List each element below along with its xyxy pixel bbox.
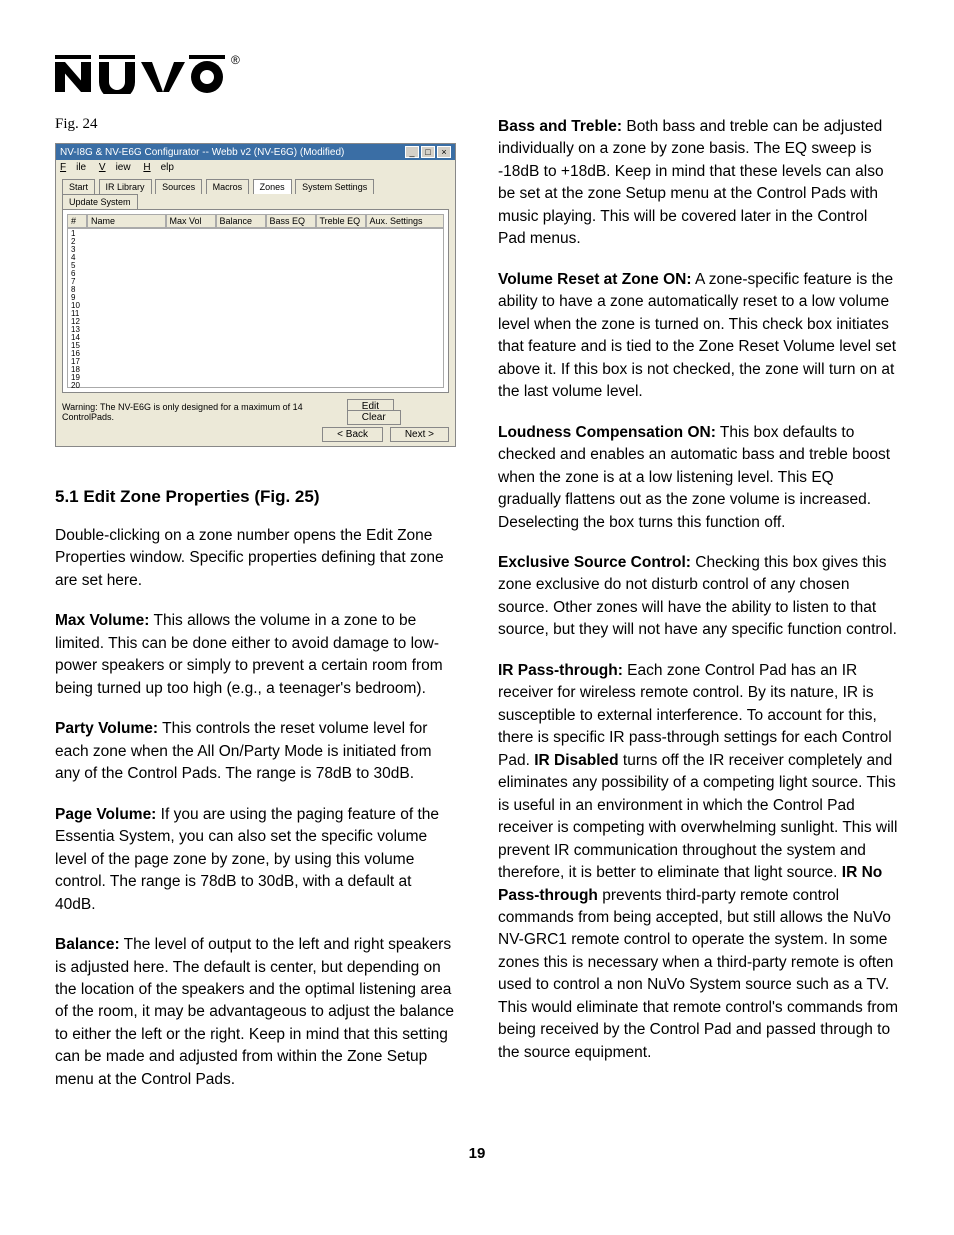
lead-exclusive: Exclusive Source Control: [498,554,691,571]
zones-grid: # Name Max Vol Balance Bass EQ Treble EQ… [67,214,444,388]
left-column: Fig. 24 NV-I8G & NV-E6G Configurator -- … [55,116,456,1109]
tab-zones[interactable]: Zones [253,179,292,194]
row-num: 1 [68,229,88,237]
lead-loudness: Loudness Compensation ON: [498,424,716,441]
figure-label: Fig. 24 [55,116,456,133]
row-num: 12 [68,317,88,325]
para-page-volume: Page Volume: If you are using the paging… [55,804,456,916]
section-title: 5.1 Edit Zone Properties (Fig. 25) [55,487,456,507]
maximize-button[interactable]: □ [421,146,435,158]
nav-row: < Back Next > [62,429,449,440]
window-controls: _ □ × [405,146,451,158]
lead-volume-reset: Volume Reset at Zone ON: [498,271,692,288]
grid-header: # Name Max Vol Balance Bass EQ Treble EQ… [67,214,444,228]
para-loudness: Loudness Compensation ON: This box defau… [498,422,899,534]
content-columns: Fig. 24 NV-I8G & NV-E6G Configurator -- … [55,116,899,1109]
page: ® Fig. 24 NV-I8G & NV-E6G Configurator -… [0,0,954,1202]
lead-max-volume: Max Volume: [55,612,149,629]
menu-bar: File View Help [56,160,455,175]
bold-ir-disabled: IR Disabled [534,752,618,769]
window-titlebar: NV-I8G & NV-E6G Configurator -- Webb v2 … [56,144,455,160]
row-num: 11 [68,309,88,317]
row-num: 6 [68,269,88,277]
lead-bass-treble: Bass and Treble: [498,118,622,135]
menu-file[interactable]: File [60,162,86,173]
intro-paragraph: Double-clicking on a zone number opens t… [55,525,456,592]
row-num: 9 [68,293,88,301]
window-title: NV-I8G & NV-E6G Configurator -- Webb v2 … [60,147,344,158]
body-volume-reset: A zone-specific feature is the ability t… [498,271,896,400]
row-num: 18 [68,365,88,373]
grid-body[interactable]: 1 2 3 4 5 6 7 8 9 10 11 12 13 [67,228,444,388]
tab-sources[interactable]: Sources [155,179,202,194]
col-number: # [67,214,87,228]
configurator-window: NV-I8G & NV-E6G Configurator -- Webb v2 … [55,143,456,447]
para-balance: Balance: The level of output to the left… [55,934,456,1091]
lead-ir: IR Pass-through: [498,662,623,679]
tab-update-system[interactable]: Update System [62,194,138,209]
menu-help[interactable]: Help [143,162,174,173]
para-volume-reset: Volume Reset at Zone ON: A zone-specific… [498,269,899,404]
tab-bar: Start IR Library Sources Macros Zones Sy… [56,175,455,209]
row-num: 14 [68,333,88,341]
row-num: 17 [68,357,88,365]
col-aux: Aux. Settings [366,214,445,228]
col-basseq: Bass EQ [266,214,316,228]
lead-party-volume: Party Volume: [55,720,158,737]
row-num: 7 [68,277,88,285]
warning-text: Warning: The NV-E6G is only designed for… [62,402,343,422]
row-num: 19 [68,373,88,381]
lead-balance: Balance: [55,936,120,953]
row-num: 8 [68,285,88,293]
row-num: 13 [68,325,88,333]
body-balance: The level of output to the left and righ… [55,936,454,1088]
warning-row: Warning: The NV-E6G is only designed for… [62,401,449,423]
col-trebleeq: Treble EQ [316,214,366,228]
page-number: 19 [55,1145,899,1162]
body-bass-treble: Both bass and treble can be adjusted ind… [498,118,884,247]
row-num: 3 [68,245,88,253]
close-button[interactable]: × [437,146,451,158]
lead-page-volume: Page Volume: [55,806,156,823]
brand-logo: ® [55,50,899,94]
row-num: 4 [68,253,88,261]
tab-macros[interactable]: Macros [206,179,250,194]
tab-ir-library[interactable]: IR Library [99,179,152,194]
body-ir-2: turns off the IR receiver completely and… [498,752,897,881]
col-maxvol: Max Vol [166,214,216,228]
col-name: Name [87,214,166,228]
svg-text:®: ® [231,53,240,67]
para-party-volume: Party Volume: This controls the reset vo… [55,718,456,785]
para-ir-passthrough: IR Pass-through: Each zone Control Pad h… [498,660,899,1064]
row-num: 5 [68,261,88,269]
col-balance: Balance [216,214,266,228]
para-bass-treble: Bass and Treble: Both bass and treble ca… [498,116,899,251]
row-num: 2 [68,237,88,245]
minimize-button[interactable]: _ [405,146,419,158]
next-button[interactable]: Next > [390,427,449,442]
body-ir-3: prevents third-party remote control comm… [498,887,898,1061]
menu-view[interactable]: View [99,162,131,173]
clear-button[interactable]: Clear [347,410,401,425]
row-num: 10 [68,301,88,309]
tab-start[interactable]: Start [62,179,95,194]
tab-system-settings[interactable]: System Settings [295,179,374,194]
tab-body: # Name Max Vol Balance Bass EQ Treble EQ… [62,209,449,393]
row-num: 16 [68,349,88,357]
right-column: Bass and Treble: Both bass and treble ca… [498,116,899,1109]
para-max-volume: Max Volume: This allows the volume in a … [55,610,456,700]
row-num: 15 [68,341,88,349]
para-exclusive: Exclusive Source Control: Checking this … [498,552,899,642]
row-num: 20 [68,381,88,389]
back-button[interactable]: < Back [322,427,383,442]
